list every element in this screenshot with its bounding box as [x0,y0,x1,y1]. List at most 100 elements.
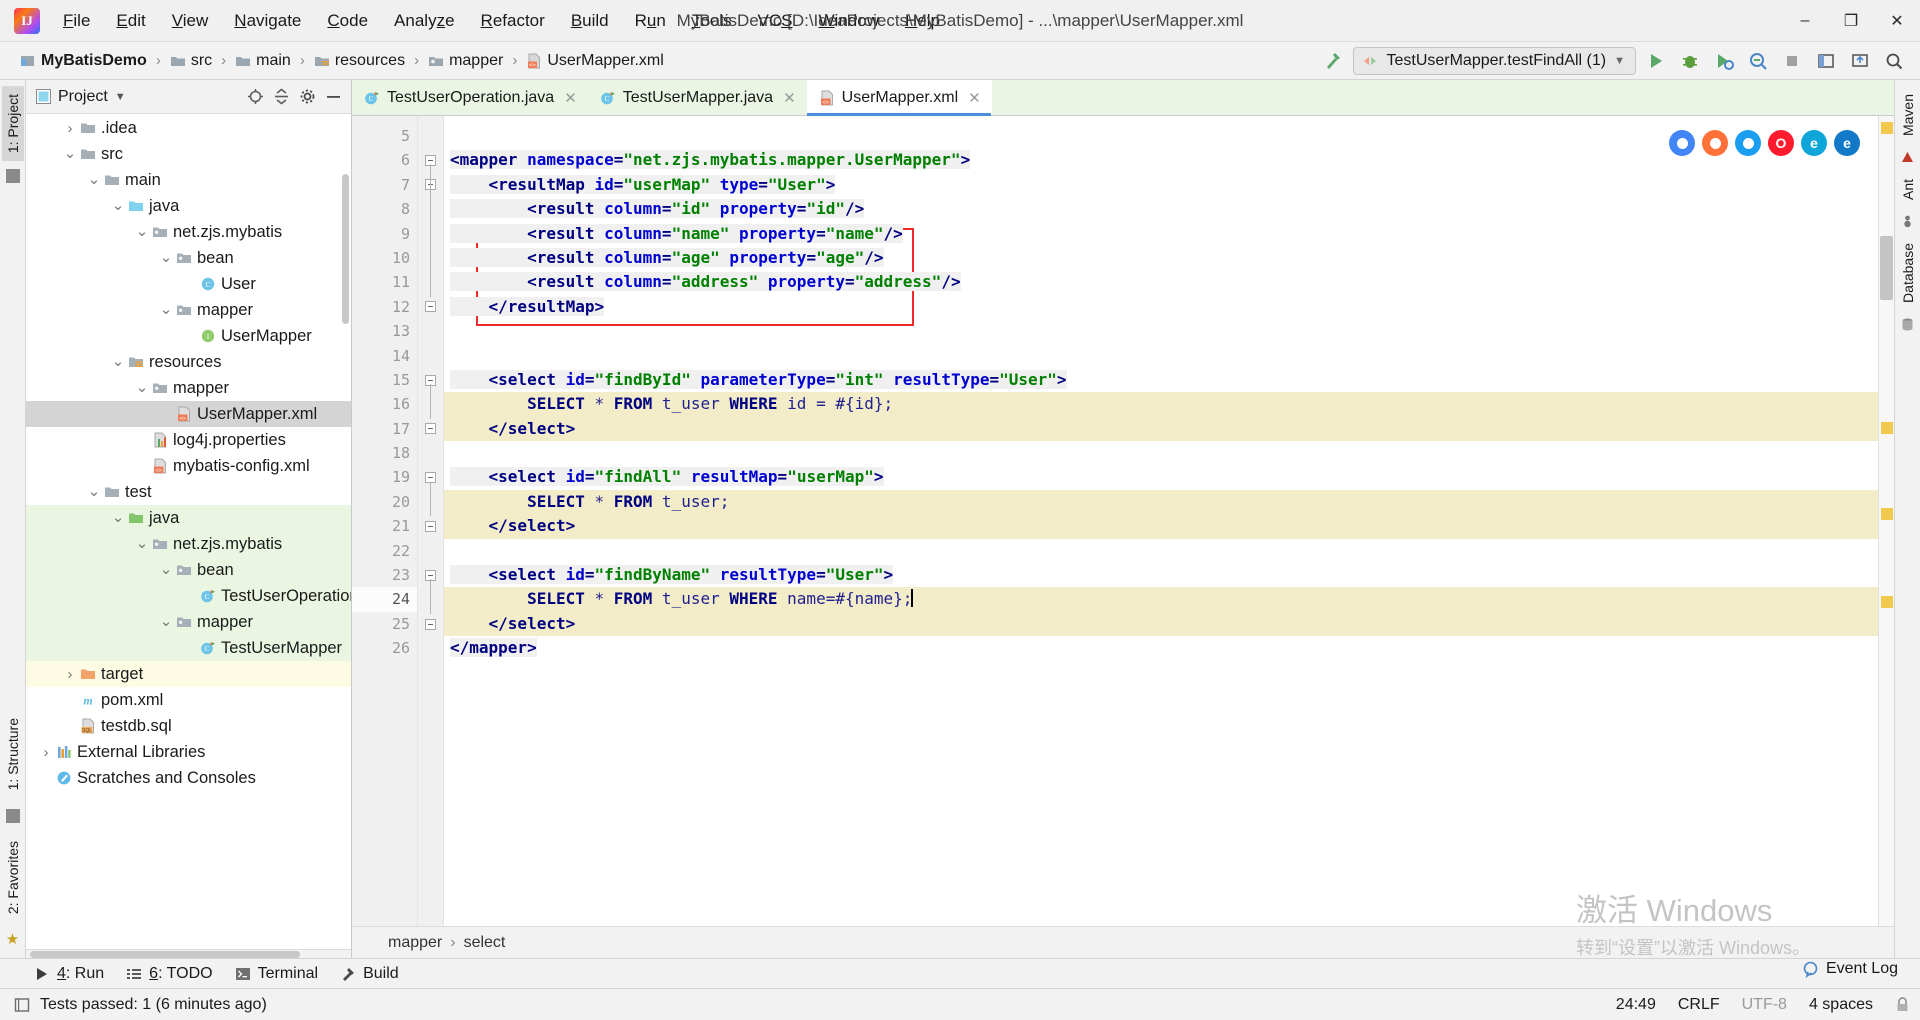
hide-panel-icon[interactable] [321,85,345,109]
code-line-19[interactable]: <select id="findAll" resultMap="userMap"… [444,465,1878,489]
tree-row-pom-xml[interactable]: m pom.xml [26,687,351,713]
run-button[interactable] [1642,47,1670,75]
tree-row-usermapper-xml[interactable]: <> UserMapper.xml [26,401,351,427]
tree-row-bean[interactable]: ⌄ bean [26,245,351,271]
sidebar-item-ant[interactable]: Ant [1897,171,1919,208]
chrome-icon[interactable] [1669,130,1695,156]
editor-breadcrumb-mapper[interactable]: mapper [388,934,442,952]
fold-expand-icon[interactable] [425,618,436,630]
stop-button[interactable] [1778,47,1806,75]
menu-bar[interactable]: File Edit View Navigate Code Analyze Refactor B… [50,6,953,36]
database-icon[interactable] [1900,317,1915,332]
tree-collapse-icon[interactable]: ⌄ [158,614,174,629]
tree-row-test[interactable]: ⌄ test [26,479,351,505]
menu-item-window[interactable]: Window [806,6,892,36]
tool-window-button-terminal[interactable]: Terminal [235,965,318,983]
tree-row-user[interactable]: C User [26,271,351,297]
build-project-button[interactable] [1319,47,1347,75]
code-line-13[interactable] [444,319,1878,343]
tree-collapse-icon[interactable]: ⌄ [110,510,126,525]
menu-item-run[interactable]: Run [622,6,679,36]
breadcrumb-item-src[interactable]: src [164,50,218,72]
tree-row-external-libraries[interactable]: › External Libraries [26,739,351,765]
line-number[interactable]: 26 [352,636,417,660]
code-folding-gutter[interactable] [418,116,444,926]
tree-collapse-icon[interactable]: ⌄ [110,198,126,213]
close-button[interactable]: ✕ [1874,0,1920,42]
project-tree[interactable]: › .idea ⌄ src ⌄ main ⌄ java ⌄ net.zjs.mybatis ⌄ bea… [26,114,351,949]
menu-item-code[interactable]: Code [314,6,381,36]
tree-collapse-icon[interactable]: ⌄ [134,380,150,395]
lock-icon[interactable] [1895,996,1910,1013]
menu-item-analyze[interactable]: Analyze [381,6,468,36]
fold-expand-icon[interactable] [425,423,436,435]
line-number[interactable]: 11 [352,270,417,294]
code-line-11[interactable]: <result column="address" property="addre… [444,270,1878,294]
fold-expand-icon[interactable] [425,520,436,532]
firefox-icon[interactable] [1702,130,1728,156]
menu-item-file[interactable]: File [50,6,103,36]
code-line-21[interactable]: </select> [444,514,1878,539]
sidebar-item-structure[interactable]: 1: Structure [2,710,24,798]
tree-expand-icon[interactable]: › [38,744,54,761]
code-line-7[interactable]: <resultMap id="userMap" type="User"> [444,173,1878,197]
chevron-down-icon[interactable]: ▼ [1614,55,1625,67]
tree-collapse-icon[interactable]: ⌄ [86,484,102,499]
maven-icon[interactable] [1900,150,1915,165]
collapse-all-icon[interactable] [269,85,293,109]
fold-marker-line-17[interactable] [418,417,443,441]
line-number[interactable]: 7 [352,173,417,197]
editor-breadcrumb-select[interactable]: select [464,934,506,952]
edge-legacy-icon[interactable]: e [1801,130,1827,156]
breadcrumb[interactable]: MyBatisDemo › src › main › resources › mapper › <>… [14,50,670,72]
menu-item-help[interactable]: Help [892,6,953,36]
maximize-button[interactable]: ❐ [1828,0,1874,42]
line-number[interactable]: 14 [352,344,417,368]
line-number[interactable]: 16 [352,392,417,416]
tree-collapse-icon[interactable]: ⌄ [62,146,78,161]
stripe-marker[interactable] [1881,508,1893,520]
code-line-20[interactable]: SELECT * FROM t_user; [444,489,1878,515]
tree-row-resources[interactable]: ⌄ resources [26,349,351,375]
updates-button[interactable] [1846,47,1874,75]
stripe-marker[interactable] [1881,422,1893,434]
line-number[interactable]: 22 [352,539,417,563]
code-line-23[interactable]: <select id="findByName" resultType="User… [444,563,1878,587]
tree-row-testuseroperation[interactable]: C TestUserOperation [26,583,351,609]
tree-row-testdb-sql[interactable]: SQL testdb.sql [26,713,351,739]
sidebar-item-maven[interactable]: Maven [1897,86,1919,144]
debug-button[interactable] [1676,47,1704,75]
tree-row-net-zjs-mybatis[interactable]: ⌄ net.zjs.mybatis [26,219,351,245]
run-configuration-selector[interactable]: TestUserMapper.testFindAll (1) ▼ [1353,46,1636,75]
editor-tab-usermapper-xml[interactable]: <> UserMapper.xml ✕ [806,80,992,116]
browser-preview-toolbar[interactable]: Oee [1661,126,1868,160]
line-number[interactable]: 19 [352,465,417,489]
code-line-24[interactable]: SELECT * FROM t_user WHERE name=#{name}; [444,587,1878,612]
star-icon[interactable]: ★ [6,930,19,948]
tree-collapse-icon[interactable]: ⌄ [86,172,102,187]
error-stripe-markers[interactable] [1878,116,1894,926]
code-line-17[interactable]: </select> [444,416,1878,442]
tree-row-main[interactable]: ⌄ main [26,167,351,193]
fold-marker-line-12[interactable] [418,295,443,319]
window-controls[interactable]: – ❐ ✕ [1782,0,1920,42]
tree-collapse-icon[interactable]: ⌄ [110,354,126,369]
settings-gear-icon[interactable] [295,85,319,109]
tool-window-bar[interactable]: 4: Run 6: TODO Terminal Build [0,958,1920,988]
tree-collapse-icon[interactable]: ⌄ [158,562,174,577]
menu-item-build[interactable]: Build [558,6,622,36]
tree-expand-icon[interactable]: › [62,666,78,683]
notification-icon[interactable] [14,997,30,1013]
line-number[interactable]: 5 [352,124,417,148]
tree-row-mapper[interactable]: ⌄ mapper [26,297,351,323]
event-log-button[interactable]: Event Log [1802,960,1898,978]
line-number[interactable]: 24 [352,587,417,612]
minimize-button[interactable]: – [1782,0,1828,42]
breadcrumb-item-resources[interactable]: resources [308,50,411,72]
code-line-22[interactable] [444,539,1878,563]
tree-collapse-icon[interactable]: ⌄ [134,224,150,239]
editor-tab-testuseroperation-java[interactable]: C TestUserOperation.java ✕ [352,80,588,115]
breadcrumb-item-usermapper-xml[interactable]: <> UserMapper.xml [520,50,669,72]
code-line-14[interactable] [444,344,1878,368]
edge-icon[interactable]: e [1834,130,1860,156]
